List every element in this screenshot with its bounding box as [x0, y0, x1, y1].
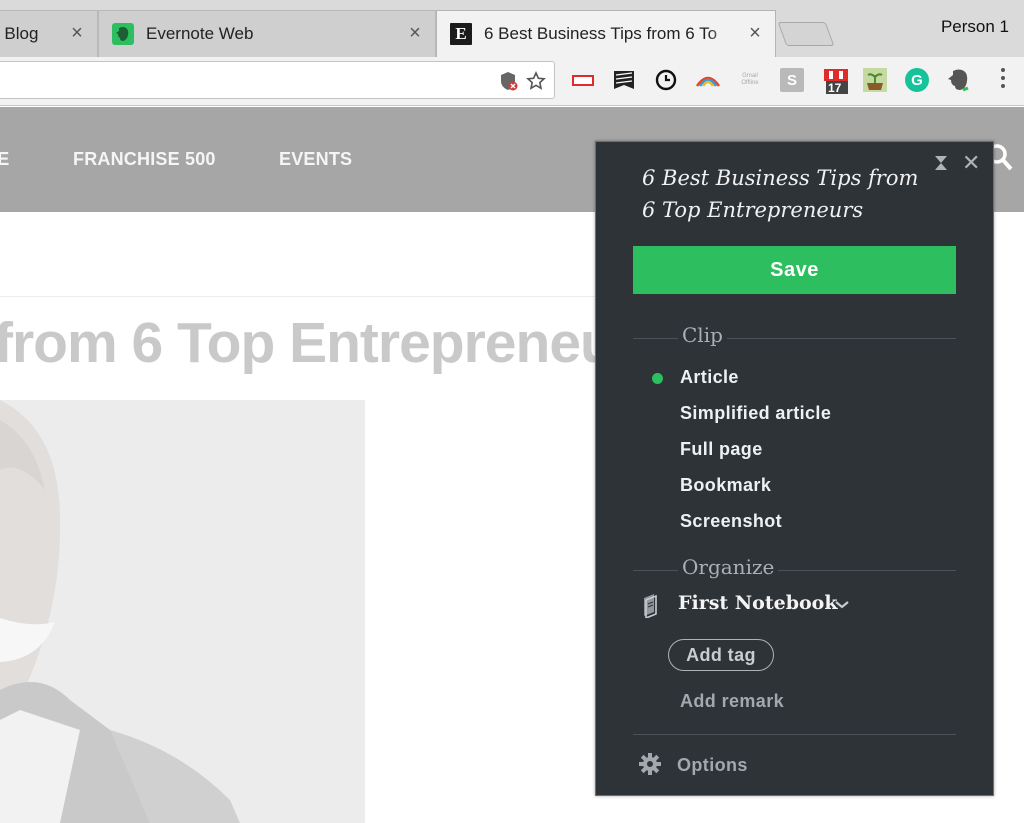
organize-section-label: Organize	[678, 555, 779, 579]
tab-title: Evernote Web	[146, 23, 254, 43]
clip-option-simplified-article[interactable]: Simplified article	[680, 403, 831, 424]
gmail-offline-icon[interactable]: Gmail Offline	[737, 67, 763, 93]
add-tag-button[interactable]: Add tag	[668, 639, 774, 671]
plant-pot-icon[interactable]	[862, 67, 888, 93]
stripes-flag-icon[interactable]	[611, 67, 637, 93]
s-badge-icon[interactable]: S	[779, 67, 805, 93]
clip-option-screenshot[interactable]: Screenshot	[680, 511, 782, 532]
evernote-clipper-panel: 6 Best Business Tips from 6 Top Entrepre…	[595, 141, 994, 796]
nav-link-magazine[interactable]: IE	[0, 149, 9, 170]
entrepreneur-e-icon: E	[450, 22, 472, 45]
bookmark-star-icon[interactable]	[526, 71, 546, 91]
tab-strip: r Blog × Evernote Web × E 6 Best Busines…	[0, 0, 1024, 57]
footer-rule	[633, 734, 956, 735]
clip-title[interactable]: 6 Best Business Tips from 6 Top Entrepre…	[642, 162, 932, 226]
evernote-icon[interactable]	[946, 67, 972, 93]
notebook-selector[interactable]: First Notebook	[678, 592, 838, 614]
new-tab-button[interactable]	[777, 22, 835, 46]
clip-option-article[interactable]: Article	[680, 367, 739, 388]
gear-icon[interactable]	[638, 752, 662, 781]
tab-title: 6 Best Business Tips from 6 To	[484, 23, 718, 43]
options-link[interactable]: Options	[677, 755, 748, 776]
article-headline: from 6 Top Entrepreneu	[0, 311, 615, 375]
add-remark-field[interactable]: Add remark	[680, 691, 784, 712]
notebook-icon	[640, 592, 662, 623]
nav-link-franchise-500[interactable]: FRANCHISE 500	[73, 149, 216, 170]
browser-toolbar: Gmail Offline S 17 G	[0, 57, 1024, 106]
tab-blog[interactable]: r Blog ×	[0, 10, 98, 57]
tab-title: r Blog	[0, 23, 39, 43]
rainbow-arc-icon[interactable]	[695, 67, 721, 93]
calendar-icon[interactable]: 17	[821, 65, 851, 95]
collapse-panel-icon[interactable]	[934, 152, 948, 178]
clip-section-label: Clip	[678, 323, 727, 347]
red-rectangle-icon[interactable]	[570, 67, 596, 93]
tab-close-icon[interactable]: ×	[746, 22, 764, 45]
clip-option-full-page[interactable]: Full page	[680, 439, 763, 460]
article-photo	[0, 400, 365, 823]
chevron-down-icon[interactable]	[834, 597, 850, 615]
clock-icon[interactable]	[653, 67, 679, 93]
selected-indicator-icon	[652, 373, 663, 384]
shield-blocked-icon[interactable]	[499, 71, 519, 91]
tab-close-icon[interactable]: ×	[68, 22, 86, 45]
close-icon[interactable]: ✕	[962, 150, 980, 176]
tab-entrepreneur-article[interactable]: E 6 Best Business Tips from 6 To ×	[436, 10, 776, 57]
page-divider	[0, 296, 600, 297]
profile-name[interactable]: Person 1	[941, 17, 1009, 37]
clip-option-bookmark[interactable]: Bookmark	[680, 475, 771, 496]
save-button[interactable]: Save	[633, 246, 956, 294]
address-bar[interactable]	[0, 61, 555, 99]
grammarly-icon[interactable]: G	[904, 67, 930, 93]
nav-link-events[interactable]: EVENTS	[279, 149, 352, 170]
browser-menu-icon[interactable]	[1000, 68, 1006, 92]
tab-close-icon[interactable]: ×	[406, 22, 424, 45]
evernote-elephant-icon	[112, 22, 134, 45]
tab-evernote-web[interactable]: Evernote Web ×	[98, 10, 436, 57]
